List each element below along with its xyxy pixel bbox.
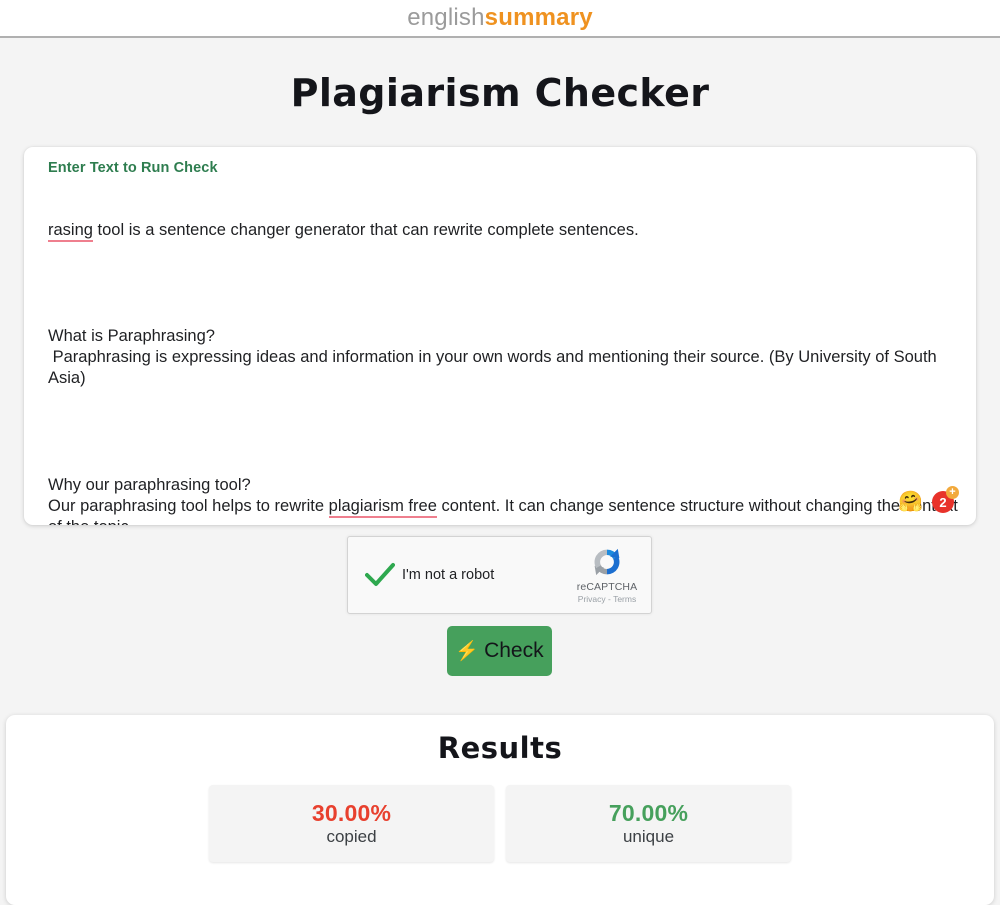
results-grid: 30.00% copied 70.00% unique	[6, 785, 994, 862]
editor-label: Enter Text to Run Check	[48, 160, 218, 176]
grammar-suggestion-phrase[interactable]: plagiarism free	[328, 496, 437, 518]
recaptcha-brand-text: reCAPTCHA	[576, 580, 638, 593]
result-box-copied: 30.00% copied	[209, 785, 494, 862]
recaptcha-legal-links[interactable]: Privacy - Terms	[569, 594, 645, 605]
unique-percentage: 70.00%	[608, 800, 689, 827]
text-input-card[interactable]: Enter Text to Run Check rasing tool is a…	[24, 147, 976, 525]
editor-para2-line2: Paraphrasing is expressing ideas and inf…	[48, 348, 941, 388]
recaptcha-label: I'm not a robot	[402, 567, 495, 583]
logo-text-summary: summary	[484, 4, 593, 31]
editor-para2-line1: What is Paraphrasing?	[48, 326, 215, 345]
recaptcha-logo-icon	[594, 548, 620, 575]
results-card: Results 30.00% copied 70.00% unique	[6, 715, 994, 905]
check-button-label: Check	[484, 639, 544, 662]
site-header: englishsummary	[0, 0, 1000, 38]
site-logo[interactable]: englishsummary	[407, 6, 593, 30]
hugging-face-emoji[interactable]: 🤗	[898, 492, 923, 512]
editor-para3-line1: Why our paraphrasing tool?	[48, 475, 251, 494]
check-button[interactable]: ⚡ Check	[447, 626, 552, 676]
recaptcha-widget[interactable]: I'm not a robot reCAPTCHA Privacy - Term…	[347, 536, 652, 614]
copied-label: copied	[326, 826, 377, 846]
copied-percentage: 30.00%	[311, 800, 392, 827]
recaptcha-checkbox[interactable]	[348, 562, 402, 588]
text-editor-area[interactable]: rasing tool is a sentence changer genera…	[48, 177, 962, 525]
suggestion-count-badge[interactable]: 2 +	[932, 486, 959, 513]
checkmark-icon	[365, 563, 395, 586]
editor-paragraph: Why our paraphrasing tool? Our paraphrasi…	[48, 475, 962, 525]
editor-paragraph: What is Paraphrasing? Paraphrasing is ex…	[48, 326, 962, 390]
results-title: Results	[437, 731, 563, 765]
lightning-bolt-icon: ⚡	[455, 640, 480, 662]
editor-para3-a: Our paraphrasing tool helps to rewrite	[48, 496, 329, 515]
recaptcha-branding: reCAPTCHA Privacy - Terms	[569, 545, 651, 606]
page-title: Plagiarism Checker	[290, 71, 710, 115]
plus-icon: +	[946, 486, 959, 499]
spelling-error-word[interactable]: rasing	[48, 220, 93, 242]
unique-label: unique	[622, 826, 675, 846]
logo-text-english: english	[407, 4, 485, 31]
editor-badges: 🤗 2 +	[898, 486, 959, 513]
editor-paragraph: rasing tool is a sentence changer genera…	[48, 220, 962, 242]
editor-line-1-rest: tool is a sentence changer generator tha…	[92, 220, 639, 239]
result-box-unique: 70.00% unique	[506, 785, 791, 862]
